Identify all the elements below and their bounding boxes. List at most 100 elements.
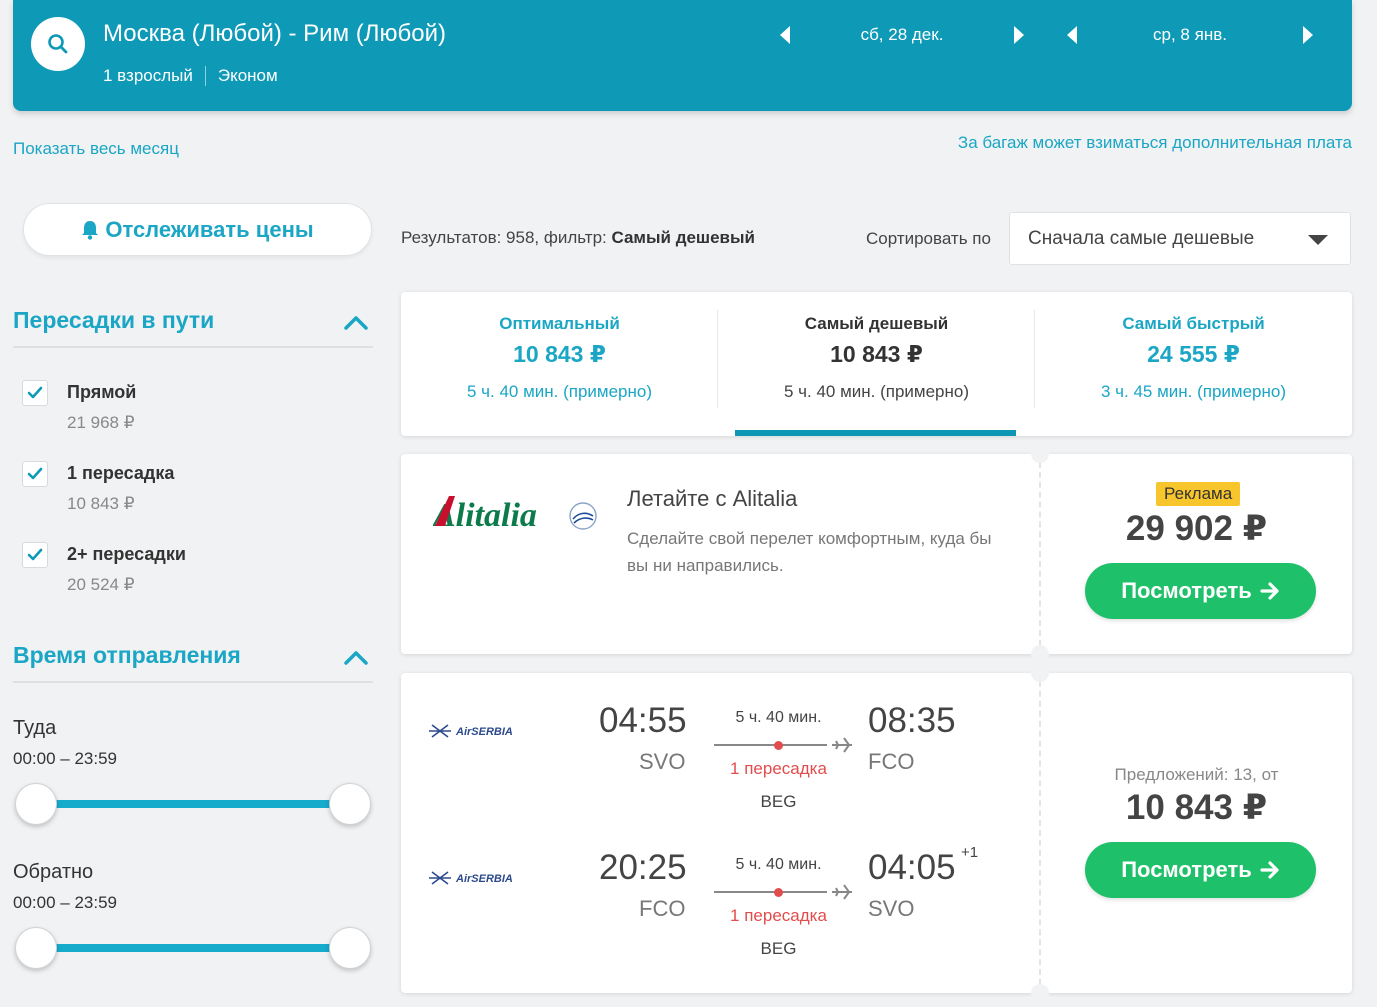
outbound-slider-min-handle[interactable] (15, 783, 57, 825)
outbound-label: Туда (13, 717, 57, 739)
route-line (714, 744, 827, 746)
day-offset: +1 (961, 844, 979, 861)
outbound-slider-track[interactable] (36, 800, 350, 808)
flight-duration: 5 ч. 40 мин. (735, 856, 822, 873)
stop-option-label: Прямой (67, 382, 137, 402)
tab-name: Оптимальный (499, 314, 620, 333)
airplane-icon (832, 884, 852, 900)
departure-airport: FCO (639, 896, 686, 921)
airserbia-logo: AirSERBIA (429, 871, 513, 885)
flight-leg-outbound: AirSERBIA 04:55 SVO 5 ч. 40 мин. 1 перес… (401, 701, 1021, 821)
search-button[interactable] (31, 17, 85, 71)
stops-count: 1 пересадка (730, 759, 827, 778)
checkmark-icon (27, 386, 43, 399)
flight-leg-return: AirSERBIA 20:25 FCO 5 ч. 40 мин. 1 перес… (401, 844, 1021, 968)
stop-option-label: 2+ пересадки (67, 544, 186, 564)
checkbox-direct[interactable] (22, 380, 48, 406)
tab-name: Самый быстрый (1122, 314, 1265, 333)
stop-option-price: 10 843 ₽ (67, 494, 135, 513)
stop-option-price: 20 524 ₽ (67, 575, 135, 594)
offers-count: Предложений: 13, от (1114, 765, 1279, 784)
arrival-airport: SVO (868, 896, 915, 921)
stop-dot (774, 741, 783, 750)
via-airport: BEG (760, 792, 797, 811)
bell-icon (82, 220, 99, 240)
outbound-range: 00:00 – 23:59 (13, 749, 117, 768)
outbound-slider-max-handle[interactable] (329, 783, 371, 825)
passenger-info[interactable]: 1 взрослый Эконом (103, 66, 278, 86)
ad-price: 29 902 ₽ (1125, 509, 1268, 548)
chevron-up-icon[interactable] (343, 648, 369, 666)
show-month-link[interactable]: Показать весь месяц (13, 139, 179, 159)
arrival-airport: FCO (868, 749, 915, 774)
return-slider-track[interactable] (36, 944, 350, 952)
divider (13, 346, 373, 348)
return-next-button[interactable] (1298, 22, 1318, 48)
ad-card[interactable]: Alitalia Летайте с Alitalia Сделайте сво… (401, 445, 1352, 663)
caret-right-icon (1014, 26, 1024, 44)
cabin-class: Эконом (217, 66, 278, 85)
result-tabs: Оптимальный 10 843 ₽ 5 ч. 40 мин. (приме… (401, 292, 1352, 436)
tab-price: 10 843 ₽ (513, 341, 606, 367)
active-tab-indicator (735, 430, 1016, 436)
flight-price: 10 843 ₽ (1125, 788, 1268, 827)
flight-view-button[interactable]: Посмотреть (1085, 842, 1316, 898)
stops-filter-title[interactable]: Пересадки в пути (13, 307, 214, 334)
tab-price: 24 555 ₽ (1147, 341, 1240, 367)
airplane-icon (832, 737, 852, 753)
airline-name: AirSERBIA (455, 873, 513, 885)
sort-label: Сортировать по (866, 229, 991, 248)
ticket-divider (1039, 462, 1041, 646)
route-title[interactable]: Москва (Любой) - Рим (Любой) (103, 20, 446, 48)
stop-dot (774, 888, 783, 897)
route-line (714, 891, 827, 893)
return-date[interactable]: ср, 8 янв. (1082, 25, 1298, 45)
ad-title: Летайте с Alitalia (627, 486, 798, 511)
checkbox-one-stop[interactable] (22, 461, 48, 487)
results-summary: Результатов: 958, фильтр: Самый дешевый (401, 228, 755, 248)
track-prices-button[interactable]: Отслеживать цены (23, 203, 372, 256)
depart-next-button[interactable] (1009, 22, 1029, 48)
sort-dropdown[interactable]: Сначала самые дешевые (1009, 212, 1351, 265)
view-button-label: Посмотреть (1121, 578, 1252, 603)
flight-duration: 5 ч. 40 мин. (735, 709, 822, 726)
ticket-divider (1039, 681, 1041, 985)
ticket-notch (1031, 664, 1049, 682)
arrival-time: 04:05 (868, 848, 956, 887)
ticket-notch (1031, 984, 1049, 1002)
tab-cheapest[interactable]: Самый дешевый 10 843 ₽ 5 ч. 40 мин. (при… (718, 292, 1035, 436)
tab-fastest[interactable]: Самый быстрый 24 555 ₽ 3 ч. 45 мин. (при… (1035, 292, 1352, 436)
passengers-count: 1 взрослый (103, 66, 193, 85)
caret-right-icon (1303, 26, 1313, 44)
search-icon (48, 34, 68, 54)
return-date-selector: ср, 8 янв. (1062, 22, 1318, 48)
ticket-notch (1031, 645, 1049, 663)
return-label: Обратно (13, 861, 94, 883)
view-button-label: Посмотреть (1121, 857, 1252, 882)
via-airport: BEG (760, 939, 797, 958)
departure-time-title[interactable]: Время отправления (13, 642, 241, 669)
ad-view-button[interactable]: Посмотреть (1085, 563, 1316, 619)
flight-card[interactable]: AirSERBIA 04:55 SVO 5 ч. 40 мин. 1 перес… (401, 664, 1352, 1002)
caret-down-icon (1308, 235, 1328, 245)
depart-prev-button[interactable] (775, 22, 795, 48)
arrow-right-icon (1260, 582, 1279, 600)
stop-option-label: 1 пересадка (67, 463, 175, 483)
checkmark-icon (27, 467, 43, 480)
return-slider-min-handle[interactable] (15, 927, 57, 969)
return-prev-button[interactable] (1062, 22, 1082, 48)
results-filter: Самый дешевый (611, 228, 755, 247)
baggage-note-link[interactable]: За багаж может взиматься дополнительная … (958, 133, 1352, 153)
ticket-notch (1031, 445, 1049, 463)
checkbox-two-plus[interactable] (22, 542, 48, 568)
airserbia-logo: AirSERBIA (429, 724, 513, 738)
depart-date[interactable]: сб, 28 дек. (795, 25, 1009, 45)
return-slider-max-handle[interactable] (329, 927, 371, 969)
tab-duration: 5 ч. 40 мин. (примерно) (783, 382, 970, 401)
ad-badge: Реклама (1156, 482, 1241, 506)
departure-time: 20:25 (599, 848, 687, 887)
arrow-right-icon (1260, 861, 1279, 879)
chevron-up-icon[interactable] (343, 313, 369, 331)
tab-optimal[interactable]: Оптимальный 10 843 ₽ 5 ч. 40 мин. (приме… (401, 292, 718, 436)
arrival-time: 08:35 (868, 701, 956, 740)
